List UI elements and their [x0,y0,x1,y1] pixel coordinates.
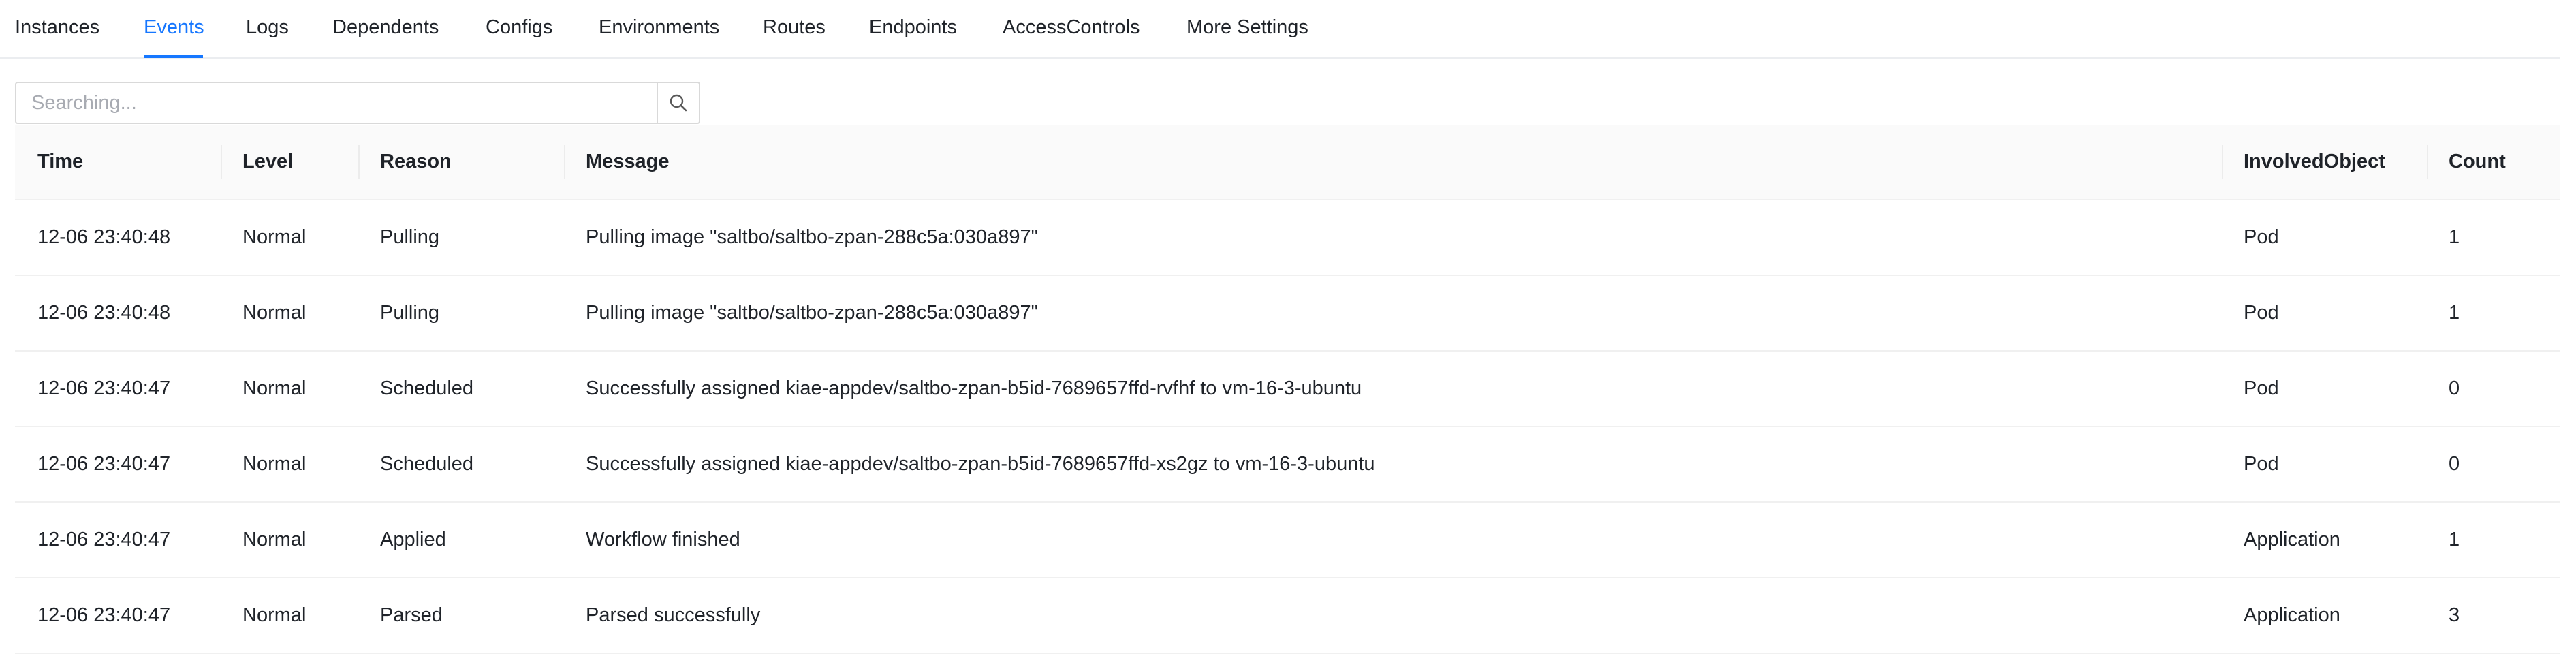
cell-message: Successfully assigned kiae-appdev/saltbo… [586,453,1375,475]
column-header-involvedobject[interactable]: InvolvedObject [2244,125,2385,199]
cell-time: 12-06 23:40:47 [37,453,171,475]
cell-involved-object: Pod [2244,226,2279,248]
cell-level: Normal [242,302,307,324]
tab-logs[interactable]: Logs [246,14,289,41]
cell-reason: Parsed [380,604,443,626]
tab-instances[interactable]: Instances [15,14,99,41]
cell-count: 1 [2449,226,2460,248]
cell-reason: Pulling [380,226,440,248]
tab-dependents[interactable]: Dependents [332,14,439,41]
column-divider [2427,145,2428,179]
tab-endpoints[interactable]: Endpoints [869,14,957,41]
column-header-count[interactable]: Count [2449,125,2506,199]
events-table: Time Level Reason Message InvolvedObject… [15,125,2560,654]
cell-time: 12-06 23:40:48 [37,226,171,248]
column-header-time[interactable]: Time [37,125,83,199]
tab-accesscontrols[interactable]: AccessControls [1003,14,1140,41]
search-bar [15,82,700,124]
cell-level: Normal [242,377,307,399]
cell-involved-object: Application [2244,604,2340,626]
table-header: Time Level Reason Message InvolvedObject… [15,125,2560,200]
tab-more-settings[interactable]: More Settings [1187,14,1308,41]
search-icon [670,94,687,112]
cell-count: 0 [2449,377,2460,399]
cell-level: Normal [242,226,307,248]
tab-events[interactable]: Events [144,14,204,41]
column-divider [2222,145,2223,179]
search-button[interactable] [657,82,700,124]
cell-reason: Scheduled [380,377,474,399]
cell-time: 12-06 23:40:48 [37,302,171,324]
cell-time: 12-06 23:40:47 [37,377,171,399]
table-row: 12-06 23:40:47 Normal Scheduled Successf… [15,352,2560,427]
table-row: 12-06 23:40:47 Normal Applied Workflow f… [15,503,2560,578]
column-divider [221,145,222,179]
search-input[interactable] [15,82,658,124]
cell-message: Workflow finished [586,529,740,550]
cell-level: Normal [242,604,307,626]
cell-message: Parsed successfully [586,604,761,626]
cell-involved-object: Pod [2244,302,2279,324]
column-divider [358,145,360,179]
events-page: Instances Events Logs Dependents Configs… [0,0,2576,669]
cell-count: 0 [2449,453,2460,475]
cell-message: Pulling image "saltbo/saltbo-zpan-288c5a… [586,226,1038,248]
cell-message: Pulling image "saltbo/saltbo-zpan-288c5a… [586,302,1038,324]
cell-count: 1 [2449,529,2460,550]
tab-configs[interactable]: Configs [486,14,552,41]
cell-level: Normal [242,453,307,475]
cell-involved-object: Pod [2244,377,2279,399]
table-row: 12-06 23:40:47 Normal Scheduled Successf… [15,427,2560,503]
column-header-reason[interactable]: Reason [380,125,452,199]
column-header-level[interactable]: Level [242,125,293,199]
cell-count: 3 [2449,604,2460,626]
cell-time: 12-06 23:40:47 [37,604,171,626]
table-row: 12-06 23:40:47 Normal Parsed Parsed succ… [15,578,2560,654]
cell-reason: Scheduled [380,453,474,475]
cell-reason: Pulling [380,302,440,324]
tab-bar: Instances Events Logs Dependents Configs… [0,0,2560,59]
column-header-message[interactable]: Message [586,125,670,199]
column-divider [564,145,565,179]
cell-count: 1 [2449,302,2460,324]
cell-level: Normal [242,529,307,550]
cell-reason: Applied [380,529,446,550]
tab-environments[interactable]: Environments [599,14,719,41]
cell-time: 12-06 23:40:47 [37,529,171,550]
table-row: 12-06 23:40:48 Normal Pulling Pulling im… [15,276,2560,352]
cell-message: Successfully assigned kiae-appdev/saltbo… [586,377,1362,399]
tab-routes[interactable]: Routes [763,14,826,41]
table-row: 12-06 23:40:48 Normal Pulling Pulling im… [15,200,2560,276]
active-tab-indicator [144,55,203,58]
cell-involved-object: Pod [2244,453,2279,475]
cell-involved-object: Application [2244,529,2340,550]
